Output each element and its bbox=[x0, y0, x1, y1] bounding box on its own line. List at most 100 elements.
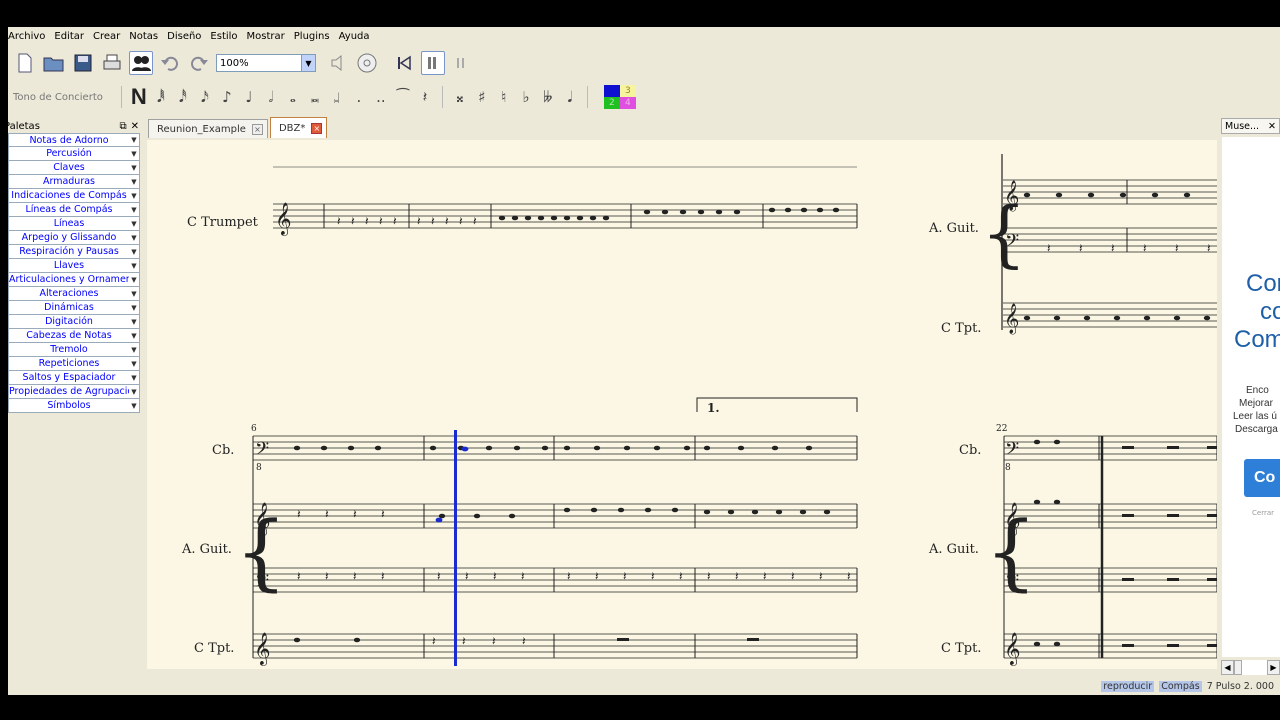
double-sharp-icon[interactable]: 𝄪 bbox=[449, 88, 471, 106]
palette-item[interactable]: Tremolo ▼ bbox=[8, 343, 140, 357]
palette-item[interactable]: Cabezas de Notas ▼ bbox=[8, 329, 140, 343]
menu-plugins[interactable]: Plugins bbox=[294, 31, 339, 42]
palette-item[interactable]: Armaduras ▼ bbox=[8, 175, 140, 189]
speaker-icon[interactable] bbox=[326, 51, 350, 75]
voice-3-button[interactable]: 3 bbox=[619, 85, 636, 97]
64th-note-icon[interactable]: 𝅘𝅥𝅱 bbox=[150, 88, 172, 106]
palette-item[interactable]: Líneas de Compás ▼ bbox=[8, 203, 140, 217]
close-tab-icon[interactable]: × bbox=[251, 123, 263, 135]
scroll-track[interactable] bbox=[1242, 660, 1267, 675]
undo-icon[interactable] bbox=[158, 51, 182, 75]
chevron-down-icon[interactable]: ▼ bbox=[129, 332, 139, 340]
chevron-down-icon[interactable]: ▼ bbox=[129, 206, 139, 214]
metronome-dial-icon[interactable] bbox=[355, 51, 379, 75]
voice-4-button[interactable]: 4 bbox=[619, 97, 636, 109]
chevron-down-icon[interactable]: ▼ bbox=[129, 388, 139, 396]
32nd-note-icon[interactable]: 𝅘𝅥𝅰 bbox=[172, 88, 194, 106]
palette-item[interactable]: Saltos y Espaciador ▼ bbox=[8, 371, 140, 385]
menu-archivo[interactable]: Archivo bbox=[8, 31, 54, 42]
menu-editar[interactable]: Editar bbox=[54, 31, 93, 42]
16th-note-icon[interactable]: 𝅘𝅥𝅯 bbox=[194, 88, 216, 106]
palette-item[interactable]: Arpegio y Glissando ▼ bbox=[8, 231, 140, 245]
palette-item[interactable]: Propiedades de Agrupación ▼ bbox=[8, 385, 140, 399]
chevron-down-icon[interactable]: ▼ bbox=[129, 304, 139, 312]
connect-button[interactable]: Co bbox=[1244, 459, 1280, 497]
palette-item[interactable]: Indicaciones de Compás ▼ bbox=[8, 189, 140, 203]
chevron-down-icon[interactable]: ▼ bbox=[129, 234, 139, 242]
close-tab-icon[interactable]: × bbox=[311, 122, 323, 134]
loop-icon[interactable] bbox=[450, 51, 474, 75]
mixer-users-icon[interactable] bbox=[129, 51, 153, 75]
menu-notas[interactable]: Notas bbox=[129, 31, 167, 42]
palette-item[interactable]: Dinámicas ▼ bbox=[8, 301, 140, 315]
chevron-down-icon[interactable]: ▼ bbox=[129, 164, 139, 172]
close-icon[interactable]: ✕ bbox=[131, 121, 139, 132]
undock-icon[interactable]: ⧉ bbox=[119, 121, 126, 132]
print-icon[interactable] bbox=[100, 51, 124, 75]
chevron-down-icon[interactable]: ▼ bbox=[129, 262, 139, 270]
menu-ayuda[interactable]: Ayuda bbox=[339, 31, 379, 42]
double-dot-icon[interactable]: .. bbox=[370, 88, 392, 106]
half-note-icon[interactable]: 𝅗𝅥 bbox=[260, 88, 282, 106]
palette-item[interactable]: Percusión ▼ bbox=[8, 147, 140, 161]
dot-icon[interactable]: . bbox=[348, 88, 370, 106]
chevron-down-icon[interactable]: ▼ bbox=[129, 150, 139, 158]
close-link[interactable]: Cerrar bbox=[1252, 509, 1274, 517]
scroll-thumb[interactable] bbox=[1234, 660, 1242, 675]
chevron-down-icon[interactable]: ▼ bbox=[129, 360, 139, 368]
rewind-icon[interactable] bbox=[392, 51, 416, 75]
sharp-icon[interactable]: ♯ bbox=[471, 88, 493, 106]
redo-icon[interactable] bbox=[187, 51, 211, 75]
longa-icon[interactable]: 𝆷 bbox=[326, 88, 348, 106]
eighth-note-icon[interactable]: ♪ bbox=[216, 88, 238, 106]
chevron-down-icon[interactable]: ▼ bbox=[129, 220, 139, 228]
flat-icon[interactable]: ♭ bbox=[515, 88, 537, 106]
chevron-down-icon[interactable]: ▼ bbox=[129, 248, 139, 256]
score-notation[interactable]: C Trumpet A. Guit. C Tpt. Cb. A. Guit. C… bbox=[147, 140, 1217, 669]
chevron-down-icon[interactable]: ▼ bbox=[129, 276, 139, 284]
palette-item[interactable]: Notas de Adorno ▼ bbox=[8, 133, 140, 147]
palette-item[interactable]: Digitación ▼ bbox=[8, 315, 140, 329]
new-file-icon[interactable] bbox=[13, 51, 37, 75]
rest-icon[interactable]: 𝄽 bbox=[414, 88, 436, 106]
voice-2-button[interactable]: 2 bbox=[603, 97, 620, 109]
close-icon[interactable]: ✕ bbox=[1268, 121, 1276, 132]
flip-direction-icon[interactable]: 𝅘𝅥 bbox=[559, 88, 581, 106]
voice-1-button[interactable]: 1 bbox=[603, 85, 620, 97]
palette-item[interactable]: Alteraciones ▼ bbox=[8, 287, 140, 301]
horizontal-scrollbar[interactable]: ◀ ▶ bbox=[1221, 660, 1280, 675]
chevron-down-icon[interactable]: ▼ bbox=[129, 192, 139, 200]
play-icon[interactable] bbox=[421, 51, 445, 75]
chevron-down-icon[interactable]: ▼ bbox=[129, 318, 139, 326]
scroll-left-icon[interactable]: ◀ bbox=[1221, 660, 1234, 675]
palette-item[interactable]: Articulaciones y Ornamentos▼ bbox=[8, 273, 140, 287]
menu-crear[interactable]: Crear bbox=[93, 31, 129, 42]
chevron-down-icon[interactable]: ▼ bbox=[301, 55, 315, 71]
menu-mostrar[interactable]: Mostrar bbox=[247, 31, 294, 42]
palette-item[interactable]: Líneas ▼ bbox=[8, 217, 140, 231]
palette-item[interactable]: Llaves ▼ bbox=[8, 259, 140, 273]
palette-item[interactable]: Repeticiones ▼ bbox=[8, 357, 140, 371]
tab-dbz[interactable]: DBZ* × bbox=[269, 117, 328, 138]
tab-reunion-example[interactable]: Reunion_Example × bbox=[148, 119, 268, 138]
natural-icon[interactable]: ♮ bbox=[493, 88, 515, 106]
chevron-down-icon[interactable]: ▼ bbox=[129, 374, 139, 382]
score-canvas[interactable]: C Trumpet A. Guit. C Tpt. Cb. A. Guit. C… bbox=[147, 140, 1217, 669]
chevron-down-icon[interactable]: ▼ bbox=[129, 290, 139, 298]
double-flat-icon[interactable]: 𝄫 bbox=[537, 88, 559, 106]
breve-icon[interactable]: 𝅜 bbox=[304, 88, 326, 106]
open-folder-icon[interactable] bbox=[42, 51, 66, 75]
chevron-down-icon[interactable]: ▼ bbox=[129, 178, 139, 186]
zoom-select[interactable]: 100% ▼ bbox=[216, 54, 316, 72]
menu-diseno[interactable]: Diseño bbox=[167, 31, 210, 42]
save-icon[interactable] bbox=[71, 51, 95, 75]
whole-note-icon[interactable]: 𝅝 bbox=[282, 88, 304, 106]
note-input-mode-button[interactable]: N bbox=[128, 84, 150, 110]
concert-pitch-toggle[interactable]: Tono de Concierto bbox=[13, 92, 103, 103]
chevron-down-icon[interactable]: ▼ bbox=[129, 346, 139, 354]
chevron-down-icon[interactable]: ▼ bbox=[129, 136, 139, 144]
palette-item[interactable]: Claves ▼ bbox=[8, 161, 140, 175]
palette-item[interactable]: Respiración y Pausas ▼ bbox=[8, 245, 140, 259]
scroll-right-icon[interactable]: ▶ bbox=[1267, 660, 1280, 675]
tie-icon[interactable]: ⁀ bbox=[392, 88, 414, 106]
